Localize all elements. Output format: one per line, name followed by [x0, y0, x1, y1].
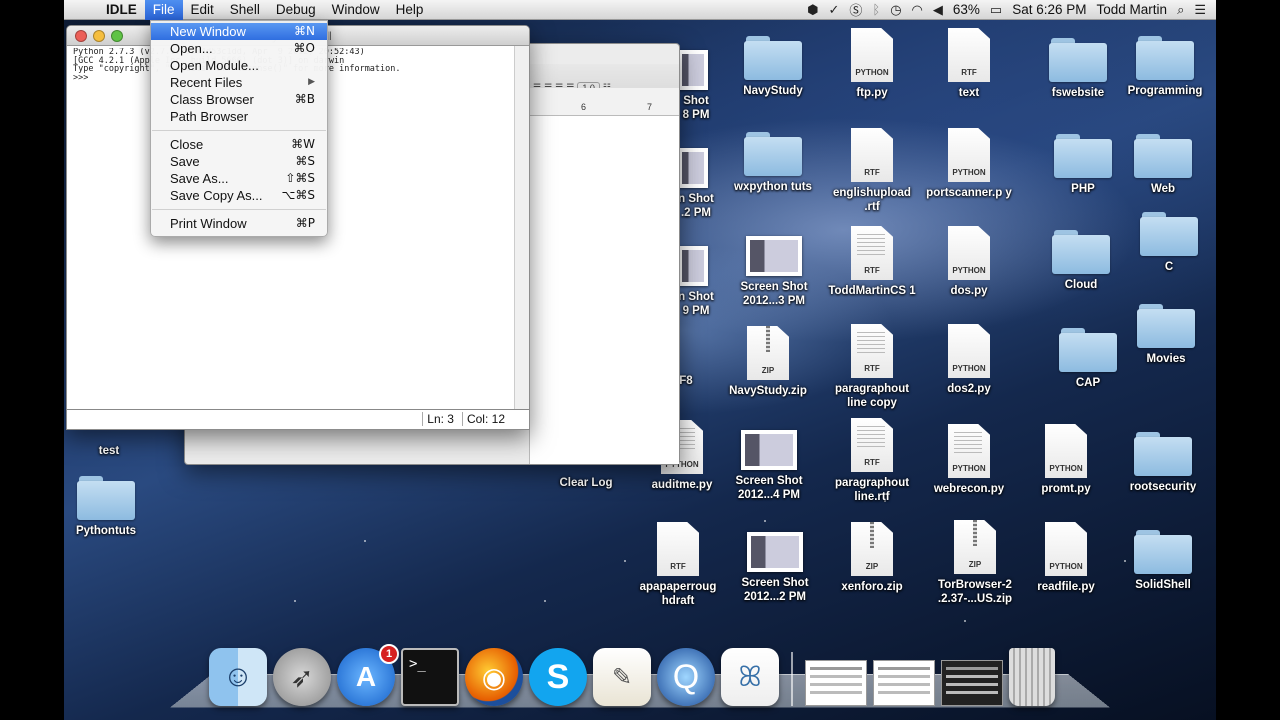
skype-status-icon[interactable]: Ⓢ: [849, 0, 862, 19]
bluetooth-icon[interactable]: ᛒ: [872, 2, 880, 17]
menu-item-save-as[interactable]: Save As... ⇧⌘S: [151, 170, 327, 187]
menu-debug[interactable]: Debug: [268, 0, 324, 20]
menu-separator: [152, 130, 326, 131]
minimized-window-3[interactable]: [941, 660, 1003, 706]
trash-icon[interactable]: [1009, 648, 1055, 706]
battery-icon[interactable]: ▭: [990, 2, 1002, 18]
clock[interactable]: Sat 6:26 PM: [1012, 2, 1086, 17]
desktop-file-paragraph-copy[interactable]: RTF paragraphout line copy: [824, 324, 920, 410]
status-area: ⬢ ✓ Ⓢ ᛒ ◷ ◠ ◀︎ 63% ▭ Sat 6:26 PM Todd Ma…: [807, 0, 1216, 19]
shield-icon[interactable]: ⬢: [807, 2, 818, 18]
finder-icon[interactable]: ☺: [209, 648, 267, 706]
desktop-folder-web[interactable]: Web: [1115, 132, 1211, 196]
desktop-folder-wxpython[interactable]: wxpython tuts: [725, 130, 821, 194]
app-menu[interactable]: IDLE: [98, 0, 145, 20]
volume-icon[interactable]: ◀︎: [933, 2, 943, 18]
wifi-icon[interactable]: ◠: [912, 2, 923, 18]
status-bar: Ln: 3 Col: 12: [67, 409, 529, 429]
menu-shell[interactable]: Shell: [222, 0, 268, 20]
desktop-file-navystudy-zip[interactable]: ZIP NavyStudy.zip: [720, 326, 816, 398]
desktop-file-screenshot-4pm[interactable]: Screen Shot 2012...4 PM: [721, 422, 817, 502]
menu-edit[interactable]: Edit: [183, 0, 222, 20]
app-store-badge: 1: [379, 644, 399, 664]
desktop-file-toddmartin[interactable]: RTF ToddMartinCS 1: [824, 226, 920, 298]
desktop-folder-pythontuts[interactable]: Pythontuts: [64, 474, 154, 538]
menu-item-save[interactable]: Save ⌘S: [151, 153, 327, 170]
desktop-folder-cloud[interactable]: Cloud: [1033, 228, 1129, 292]
desktop-file-dos2[interactable]: PYTHON dos2.py: [921, 324, 1017, 396]
desktop-file-dos[interactable]: PYTHON dos.py: [921, 226, 1017, 298]
desktop-folder-fswebsite[interactable]: fswebsite: [1030, 36, 1126, 100]
line-number: Ln: 3: [422, 412, 458, 426]
minimized-window-2[interactable]: [873, 660, 935, 706]
menu-file[interactable]: File: [144, 0, 183, 20]
terminal-icon[interactable]: >_: [401, 648, 459, 706]
desktop-file-ftp[interactable]: PYTHON ftp.py: [824, 28, 920, 100]
desktop-file-screenshot-2pm[interactable]: Screen Shot 2012...2 PM: [727, 524, 823, 604]
dock-separator: [791, 652, 793, 706]
menu-item-close[interactable]: Close ⌘W: [151, 136, 327, 153]
launchpad-icon[interactable]: ➶: [273, 648, 331, 706]
menu-help[interactable]: Help: [388, 0, 432, 20]
submenu-arrow-icon: ▶: [308, 77, 315, 87]
desktop-folder-navystudy[interactable]: NavyStudy: [725, 34, 821, 98]
column-number: Col: 12: [461, 412, 509, 426]
menu-item-recent-files[interactable]: Recent Files ▶: [151, 74, 327, 91]
desktop-file-paragraph-rtf[interactable]: RTF paragraphout line.rtf: [824, 418, 920, 504]
ruler: 6 7: [529, 88, 679, 116]
desktop-folder-rootsecurity[interactable]: rootsecurity: [1115, 430, 1211, 494]
desktop-file-englishupload[interactable]: RTF englishupload .rtf: [824, 128, 920, 214]
desktop-file-readfile[interactable]: PYTHON readfile.py: [1018, 522, 1114, 594]
menu-bar: IDLE File Edit Shell Debug Window Help ⬢…: [64, 0, 1216, 20]
check-icon[interactable]: ✓: [828, 2, 839, 18]
firefox-icon[interactable]: ◉: [465, 648, 523, 706]
menu-separator: [152, 209, 326, 210]
menu-item-print-window[interactable]: Print Window ⌘P: [151, 215, 327, 232]
desktop-file-webrecon[interactable]: PYTHON webrecon.py: [921, 424, 1017, 496]
menu-window[interactable]: Window: [324, 0, 388, 20]
notification-center-icon[interactable]: ☰: [1194, 2, 1206, 18]
desktop-file-promt[interactable]: PYTHON promt.py: [1018, 424, 1114, 496]
minimized-window-1[interactable]: [805, 660, 867, 706]
spotlight-search-icon[interactable]: ⌕: [1177, 2, 1184, 18]
app-store-icon[interactable]: A1: [337, 644, 399, 706]
file-menu-dropdown: New Window ⌘N Open... ⌘O Open Module... Re…: [150, 20, 328, 237]
skype-icon[interactable]: S: [529, 648, 587, 706]
desktop-folder-movies[interactable]: Movies: [1118, 302, 1214, 366]
menu-item-open[interactable]: Open... ⌘O: [151, 40, 327, 57]
desktop-folder-programming[interactable]: Programming: [1117, 34, 1213, 98]
menu-item-new-window[interactable]: New Window ⌘N: [151, 23, 327, 40]
menu-item-open-module[interactable]: Open Module...: [151, 57, 327, 74]
dock: ☺ ➶ A1 >_ ◉ S ✎ Q ꕤ: [209, 640, 1055, 706]
desktop-file-portscanner[interactable]: PYTHON portscanner.p y: [921, 128, 1017, 200]
python-launcher-icon[interactable]: ꕤ: [721, 648, 779, 706]
time-machine-icon[interactable]: ◷: [890, 2, 901, 18]
desktop-file-xenforo-zip[interactable]: ZIP xenforo.zip: [824, 522, 920, 594]
desktop-folder-solidshell[interactable]: SolidShell: [1115, 528, 1211, 592]
desktop: IDLE File Edit Shell Debug Window Help ⬢…: [64, 0, 1216, 720]
textedit-icon[interactable]: ✎: [593, 648, 651, 706]
vertical-scrollbar[interactable]: [514, 46, 529, 411]
desktop-folder-c[interactable]: C: [1121, 210, 1216, 274]
quicktime-icon[interactable]: Q: [657, 648, 715, 706]
desktop-file-apapaper[interactable]: RTF apapaperroug hdraft: [630, 522, 726, 608]
user-name[interactable]: Todd Martin: [1097, 2, 1168, 17]
document-area[interactable]: [529, 116, 679, 464]
menu-item-save-copy-as[interactable]: Save Copy As... ⌥⌘S: [151, 187, 327, 204]
menu-item-path-browser[interactable]: Path Browser: [151, 108, 327, 125]
desktop-file-text[interactable]: RTF text: [921, 28, 1017, 100]
menu-item-class-browser[interactable]: Class Browser ⌘B: [151, 91, 327, 108]
desktop-file-torbrowser-zip[interactable]: ZIP TorBrowser-2 .2.37-...US.zip: [927, 520, 1023, 606]
battery-percent[interactable]: 63%: [953, 2, 980, 17]
desktop-file-screenshot-3pm[interactable]: Screen Shot 2012...3 PM: [726, 228, 822, 308]
